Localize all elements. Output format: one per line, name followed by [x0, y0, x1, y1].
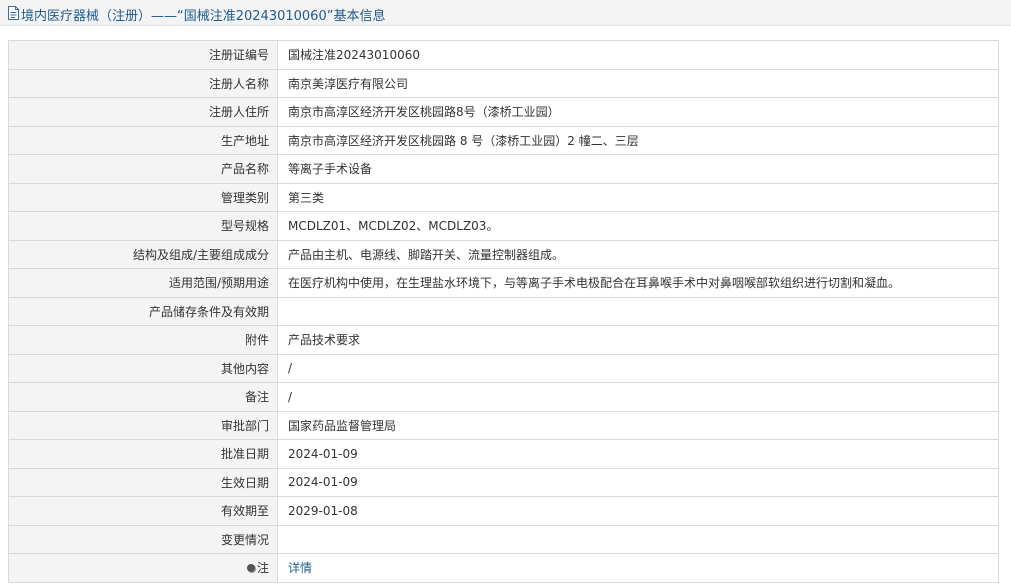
table-row: 其他内容 / — [8, 353, 999, 383]
page-header: 境内医疗器械（注册）——“国械注准20243010060”基本信息 — [0, 0, 1011, 26]
field-label: 结构及组成/主要组成成分 — [8, 239, 278, 269]
field-label: 有效期至 — [8, 496, 278, 526]
table-row: 附件 产品技术要求 — [8, 325, 999, 355]
table-row: 生产地址 南京市高淳区经济开发区桃园路 8 号（漆桥工业园）2 幢二、三层 — [8, 125, 999, 155]
field-label: 管理类别 — [8, 182, 278, 212]
field-label: 适用范围/预期用途 — [8, 268, 278, 298]
field-value: 产品技术要求 — [277, 325, 999, 355]
field-value: 2024-01-09 — [277, 439, 999, 469]
field-value: 南京市高淳区经济开发区桃园路 8 号（漆桥工业园）2 幢二、三层 — [277, 125, 999, 155]
table-row: 备注 / — [8, 382, 999, 412]
table-row: 注册人住所 南京市高淳区经济开发区桃园路8号（漆桥工业园） — [8, 97, 999, 127]
note-value-cell: 详情 — [277, 553, 999, 583]
field-value — [277, 296, 999, 326]
field-value: 等离子手术设备 — [277, 154, 999, 184]
table-row: 批准日期 2024-01-09 — [8, 439, 999, 469]
field-label: 批准日期 — [8, 439, 278, 469]
field-value: 南京美淳医疗有限公司 — [277, 68, 999, 98]
field-label: 注册人住所 — [8, 97, 278, 127]
field-label: 审批部门 — [8, 410, 278, 440]
field-value: MCDLZ01、MCDLZ02、MCDLZ03。 — [277, 211, 999, 241]
field-value: 在医疗机构中使用，在生理盐水环境下，与等离子手术电极配合在耳鼻喉手术中对鼻咽喉部… — [277, 268, 999, 298]
note-row: 注 详情 — [8, 553, 999, 583]
page-title: 境内医疗器械（注册）——“国械注准20243010060”基本信息 — [21, 9, 386, 24]
table-row: 注册证编号 国械注准20243010060 — [8, 40, 999, 70]
table-row: 注册人名称 南京美淳医疗有限公司 — [8, 68, 999, 98]
field-value: 产品由主机、电源线、脚踏开关、流量控制器组成。 — [277, 239, 999, 269]
field-value: 南京市高淳区经济开发区桃园路8号（漆桥工业园） — [277, 97, 999, 127]
field-label: 产品名称 — [8, 154, 278, 184]
bullet-icon — [246, 564, 255, 573]
field-label: 备注 — [8, 382, 278, 412]
table-row: 型号规格 MCDLZ01、MCDLZ02、MCDLZ03。 — [8, 211, 999, 241]
info-table-container: 注册证编号 国械注准20243010060 注册人名称 南京美淳医疗有限公司 注册人住所… — [8, 40, 999, 583]
table-row: 适用范围/预期用途 在医疗机构中使用，在生理盐水环境下，与等离子手术电极配合在耳鼻… — [8, 268, 999, 298]
table-row: 审批部门 国家药品监督管理局 — [8, 410, 999, 440]
field-label: 其他内容 — [8, 353, 278, 383]
info-table: 注册证编号 国械注准20243010060 注册人名称 南京美淳医疗有限公司 注册人住所… — [8, 40, 999, 583]
field-value: 2029-01-08 — [277, 496, 999, 526]
field-label: 型号规格 — [8, 211, 278, 241]
field-label: 生效日期 — [8, 467, 278, 497]
field-value: / — [277, 382, 999, 412]
field-label: 注册证编号 — [8, 40, 278, 70]
field-value: 第三类 — [277, 182, 999, 212]
table-row: 生效日期 2024-01-09 — [8, 467, 999, 497]
field-label: 产品储存条件及有效期 — [8, 296, 278, 326]
table-row: 结构及组成/主要组成成分 产品由主机、电源线、脚踏开关、流量控制器组成。 — [8, 239, 999, 269]
table-row: 变更情况 — [8, 524, 999, 554]
info-table-body: 注册证编号 国械注准20243010060 注册人名称 南京美淳医疗有限公司 注册人住所… — [8, 40, 999, 583]
field-value: 2024-01-09 — [277, 467, 999, 497]
table-row: 产品储存条件及有效期 — [8, 296, 999, 326]
table-row: 有效期至 2029-01-08 — [8, 496, 999, 526]
field-value: 国家药品监督管理局 — [277, 410, 999, 440]
document-icon — [8, 6, 19, 20]
field-value — [277, 524, 999, 554]
field-label: 生产地址 — [8, 125, 278, 155]
details-link[interactable]: 详情 — [288, 561, 312, 575]
field-value: 国械注准20243010060 — [277, 40, 999, 70]
field-label: 变更情况 — [8, 524, 278, 554]
field-value: / — [277, 353, 999, 383]
note-label-cell: 注 — [8, 553, 278, 583]
table-row: 管理类别 第三类 — [8, 182, 999, 212]
table-row: 产品名称 等离子手术设备 — [8, 154, 999, 184]
note-label: 注 — [256, 561, 269, 576]
field-label: 附件 — [8, 325, 278, 355]
field-label: 注册人名称 — [8, 68, 278, 98]
